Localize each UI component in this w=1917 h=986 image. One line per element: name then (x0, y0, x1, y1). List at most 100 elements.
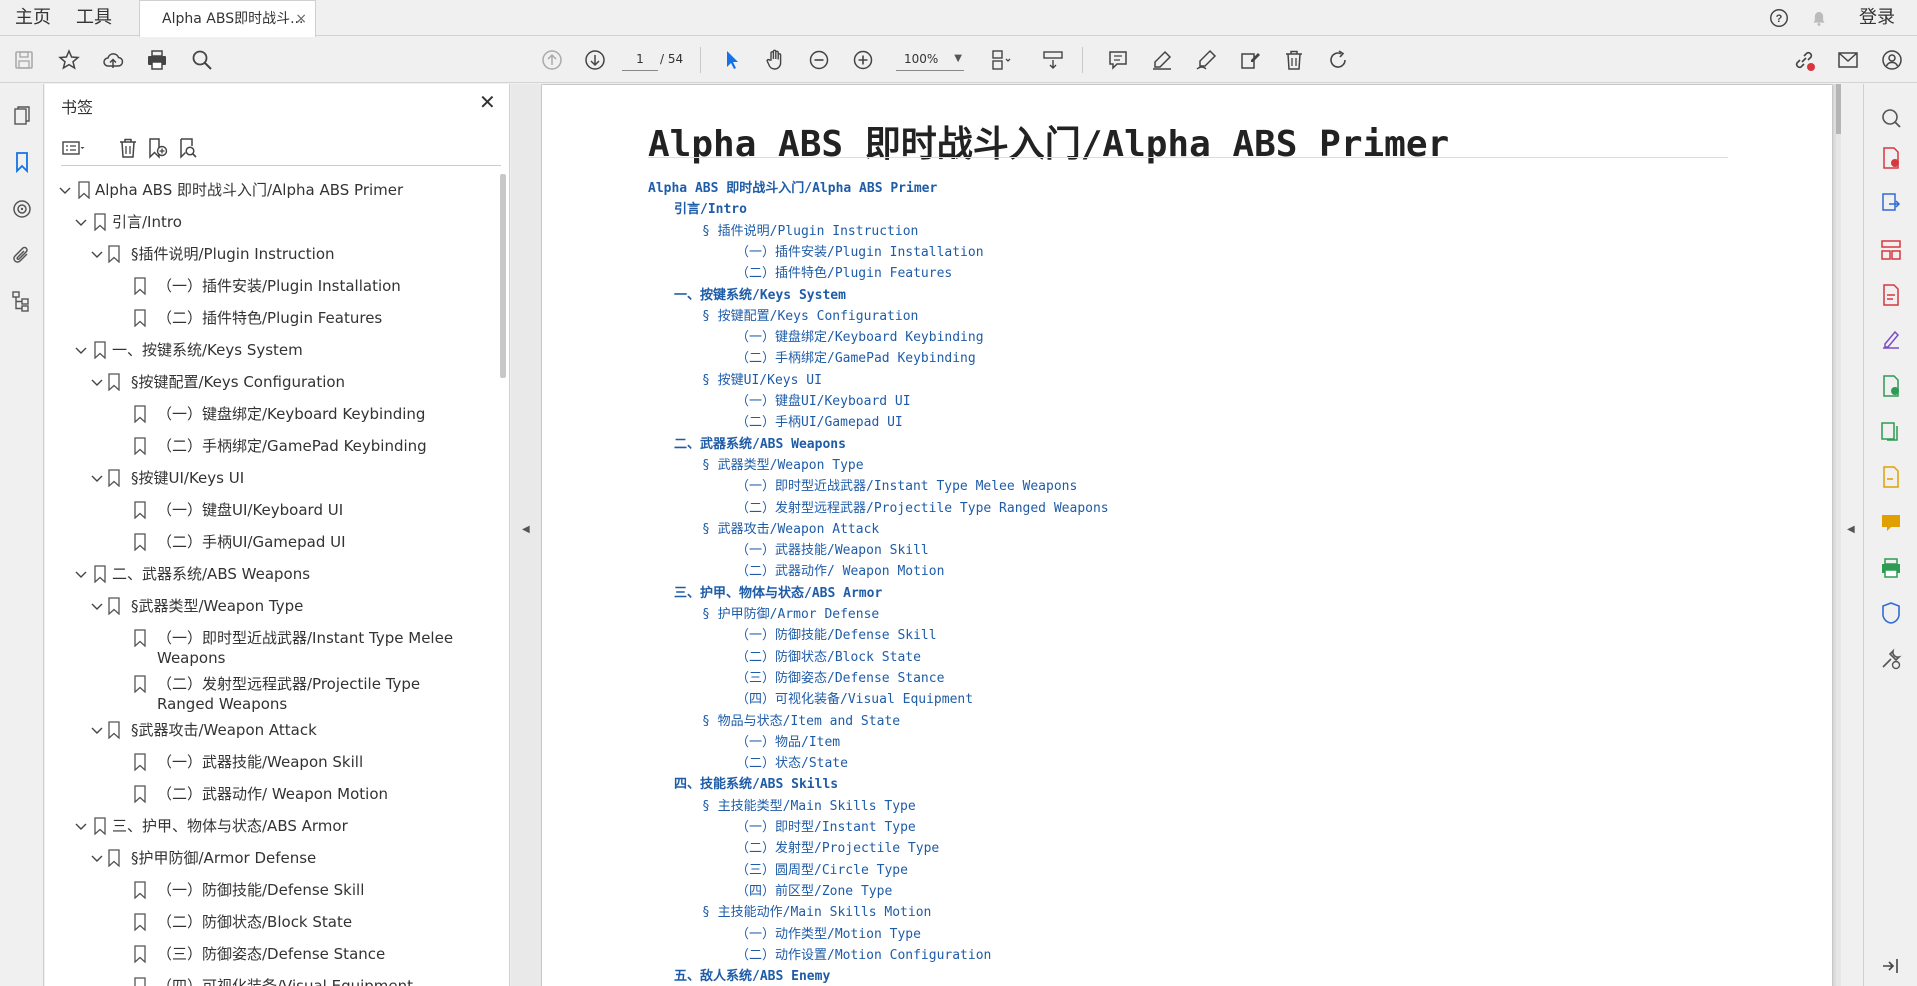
toc-link[interactable]: 三、护甲、物体与状态/ABS Armor (674, 582, 882, 601)
zoom-in-icon[interactable] (851, 48, 875, 72)
bookmark-item[interactable]: （一）即时型近战武器/Instant Type Melee Weapons (45, 622, 495, 667)
tools-menu[interactable]: 工具 (76, 0, 112, 36)
comment-icon[interactable] (1106, 48, 1130, 72)
search-icon[interactable] (190, 48, 214, 72)
toc-link[interactable]: § 护甲防御/Armor Defense (702, 603, 879, 622)
close-tab-icon[interactable]: × (295, 1, 307, 37)
bookmark-item[interactable]: （二）防御状态/Block State (45, 906, 495, 938)
collapse-left-icon[interactable]: ◀ (522, 524, 530, 535)
toc-link[interactable]: § 武器攻击/Weapon Attack (702, 518, 879, 537)
user-share-icon[interactable] (1880, 48, 1904, 72)
collapse-tools-icon[interactable] (1879, 954, 1903, 978)
toc-link[interactable]: （二）状态/State (736, 752, 848, 771)
bookmark-item[interactable]: （一）键盘绑定/Keyboard Keybinding (45, 398, 495, 430)
toc-link[interactable]: （二）手柄绑定/GamePad Keybinding (736, 347, 976, 366)
bookmark-panel-icon[interactable] (10, 150, 34, 174)
print-icon[interactable] (145, 48, 169, 72)
bookmark-options-icon[interactable] (61, 136, 85, 160)
delete-bookmark-icon[interactable] (116, 136, 140, 160)
export-pdf-icon[interactable] (1879, 192, 1903, 216)
highlight-icon[interactable] (1150, 48, 1174, 72)
fill-sign-icon[interactable] (1879, 328, 1903, 352)
chevron-down-icon[interactable] (73, 342, 89, 358)
toc-link[interactable]: （一）键盘绑定/Keyboard Keybinding (736, 326, 984, 345)
toc-link[interactable]: （四）可视化装备/Visual Equipment (736, 688, 973, 707)
bookmark-item[interactable]: （一）键盘UI/Keyboard UI (45, 494, 495, 526)
toc-link[interactable]: § 武器类型/Weapon Type (702, 454, 864, 473)
bookmark-item[interactable]: （一）武器技能/Weapon Skill (45, 746, 495, 778)
search-tool-icon[interactable] (1879, 106, 1903, 130)
hand-icon[interactable] (763, 48, 787, 72)
bookmark-item[interactable]: （二）武器动作/ Weapon Motion (45, 778, 495, 810)
close-panel-icon[interactable]: ✕ (479, 90, 496, 114)
chevron-down-icon[interactable] (57, 182, 73, 198)
bookmark-item[interactable]: §按键配置/Keys Configuration (45, 366, 495, 398)
chevron-down-icon[interactable] (89, 722, 105, 738)
panel-splitter[interactable]: ◀ (511, 84, 541, 986)
document-scrollbar[interactable] (1836, 84, 1841, 986)
create-pdf-icon[interactable] (1879, 146, 1903, 170)
login-button[interactable]: 登录 (1859, 0, 1895, 36)
bookmark-item[interactable]: §武器攻击/Weapon Attack (45, 714, 495, 746)
toc-link[interactable]: （二）动作设置/Motion Configuration (736, 944, 991, 963)
cursor-icon[interactable] (720, 48, 744, 72)
bookmark-item[interactable]: （二）手柄UI/Gamepad UI (45, 526, 495, 558)
add-bookmark-icon[interactable] (145, 136, 169, 160)
bookmark-item[interactable]: §插件说明/Plugin Instruction (45, 238, 495, 270)
page-display-icon[interactable] (988, 48, 1012, 72)
more-tools-icon[interactable] (1879, 647, 1903, 671)
bookmark-item[interactable]: Alpha ABS 即时战斗入门/Alpha ABS Primer (45, 174, 495, 206)
toc-link[interactable]: （二）武器动作/ Weapon Motion (736, 560, 944, 579)
toc-link[interactable]: § 主技能类型/Main Skills Type (702, 795, 916, 814)
bookmark-item[interactable]: （二）手柄绑定/GamePad Keybinding (45, 430, 495, 462)
star-icon[interactable] (57, 48, 81, 72)
chevron-down-icon[interactable] (89, 598, 105, 614)
cloud-upload-icon[interactable] (101, 48, 125, 72)
toc-link[interactable]: （一）插件安装/Plugin Installation (736, 241, 984, 260)
bookmark-item[interactable]: （一）防御技能/Defense Skill (45, 874, 495, 906)
toc-link[interactable]: （一）即时型/Instant Type (736, 816, 916, 835)
toc-link[interactable]: （二）发射型/Projectile Type (736, 837, 939, 856)
toc-link[interactable]: （一）武器技能/Weapon Skill (736, 539, 929, 558)
toc-link[interactable]: 二、武器系统/ABS Weapons (674, 433, 846, 452)
bookmark-item[interactable]: §武器类型/Weapon Type (45, 590, 495, 622)
toc-link[interactable]: 引言/Intro (674, 198, 747, 217)
right-splitter[interactable]: ◀ (1843, 84, 1863, 986)
compress-icon[interactable] (1879, 420, 1903, 444)
toc-link[interactable]: 五、敌人系统/ABS Enemy (674, 965, 830, 984)
toc-link[interactable]: （三）防御姿态/Defense Stance (736, 667, 944, 686)
bookmark-item[interactable]: （四）可视化装备/Visual Equipment (45, 970, 495, 986)
toc-link[interactable]: § 主技能动作/Main Skills Motion (702, 901, 931, 920)
bookmark-item[interactable]: （三）防御姿态/Defense Stance (45, 938, 495, 970)
toc-link[interactable]: （一）物品/Item (736, 731, 840, 750)
layers-icon[interactable] (10, 197, 34, 221)
zoom-out-icon[interactable] (807, 48, 831, 72)
toc-link[interactable]: Alpha ABS 即时战斗入门/Alpha ABS Primer (648, 177, 937, 196)
edit-text-icon[interactable] (1238, 48, 1262, 72)
save-icon[interactable] (12, 48, 36, 72)
bookmark-item[interactable]: （二）发射型远程武器/Projectile Type Ranged Weapon… (45, 668, 495, 713)
panel-scrollbar[interactable] (500, 174, 506, 378)
toc-link[interactable]: （一）动作类型/Motion Type (736, 923, 921, 942)
chevron-down-icon[interactable] (89, 470, 105, 486)
share-link-icon[interactable] (1792, 48, 1816, 72)
edit-pdf-icon[interactable] (1879, 283, 1903, 307)
collapse-right-icon[interactable]: ◀ (1847, 524, 1855, 535)
structure-tree-icon[interactable] (10, 289, 34, 313)
bookmark-item[interactable]: §按键UI/Keys UI (45, 462, 495, 494)
scroll-mode-icon[interactable] (1041, 48, 1065, 72)
bookmark-item[interactable]: §护甲防御/Armor Defense (45, 842, 495, 874)
bookmark-item[interactable]: 二、武器系统/ABS Weapons (45, 558, 495, 590)
page-thumbnails-icon[interactable] (10, 104, 34, 128)
toc-link[interactable]: （一）防御技能/Defense Skill (736, 624, 937, 643)
toc-link[interactable]: （二）手柄UI/Gamepad UI (736, 411, 903, 430)
delete-icon[interactable] (1282, 48, 1306, 72)
email-icon[interactable] (1836, 48, 1860, 72)
arrow-down-circle-icon[interactable] (583, 48, 607, 72)
bookmark-item[interactable]: （一）插件安装/Plugin Installation (45, 270, 495, 302)
bookmark-item[interactable]: 一、按键系统/Keys System (45, 334, 495, 366)
draw-icon[interactable] (1194, 48, 1218, 72)
chevron-down-icon[interactable] (73, 818, 89, 834)
organize-pages-icon[interactable] (1879, 238, 1903, 262)
help-icon[interactable]: ? (1768, 7, 1790, 29)
